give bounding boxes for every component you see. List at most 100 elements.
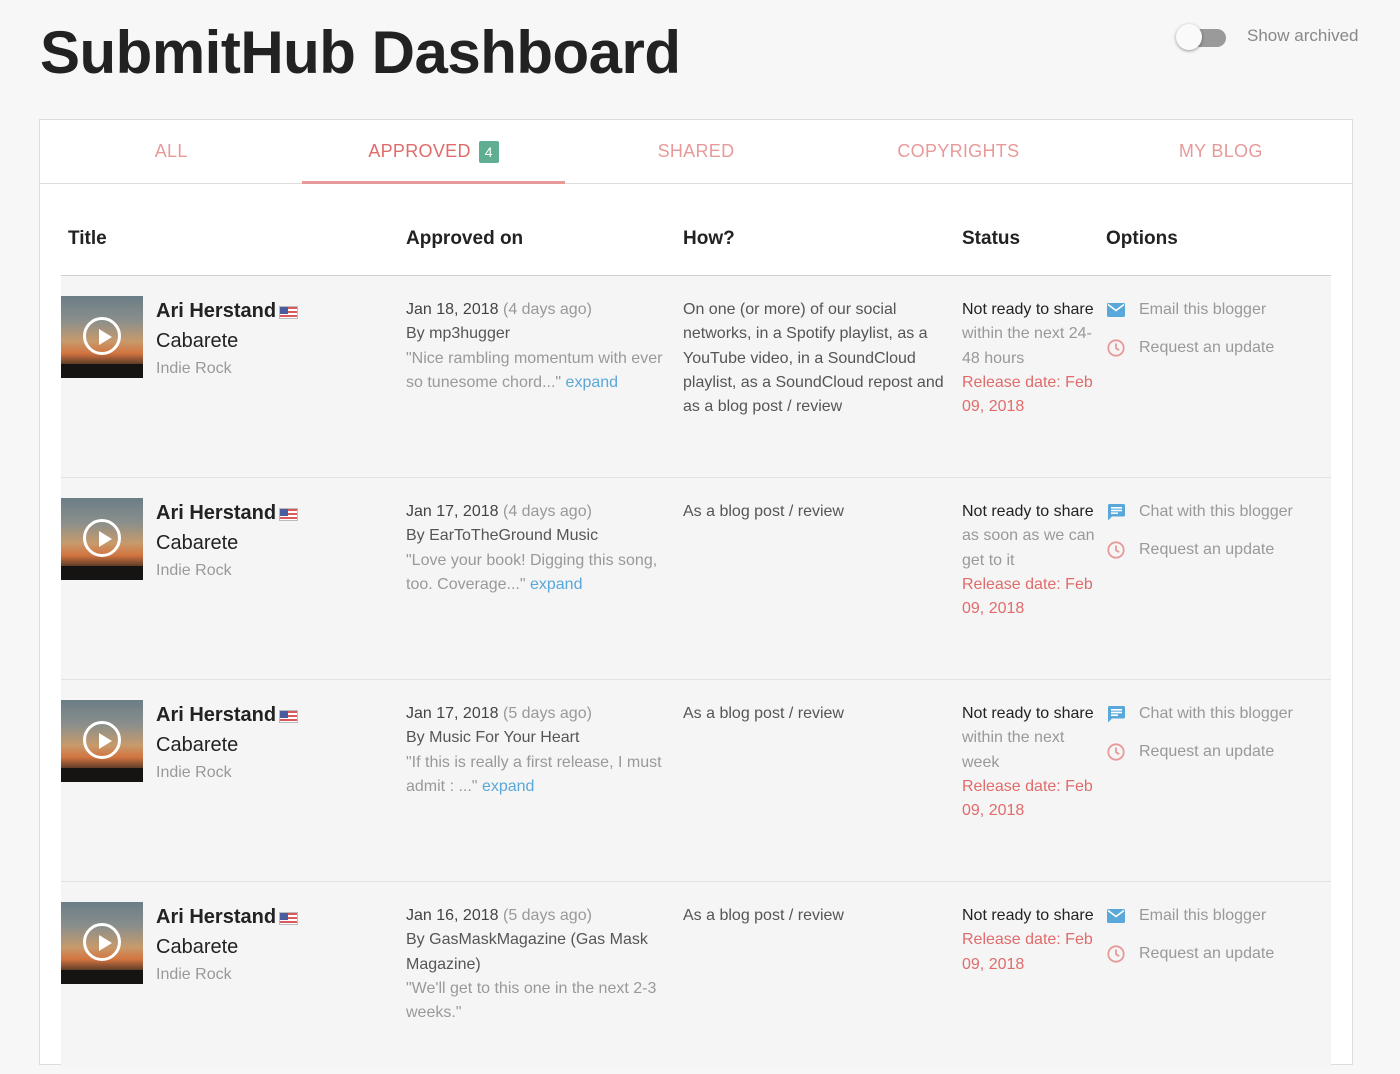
tab-approved[interactable]: APPROVED 4 <box>302 120 566 184</box>
approved-ago: (5 days ago) <box>502 907 592 924</box>
clock-icon <box>1106 944 1126 964</box>
release-date: Release date: Feb 09, 2018 <box>962 373 1093 416</box>
play-icon[interactable] <box>83 519 121 557</box>
expand-link[interactable]: expand <box>566 374 619 391</box>
play-icon[interactable] <box>83 923 121 961</box>
approved-date: Jan 17, 2018 <box>406 503 499 520</box>
genre-label: Indie Rock <box>156 966 232 983</box>
status-cell: Not ready to share as soon as we can get… <box>962 500 1097 621</box>
approved-count-badge: 4 <box>478 140 499 163</box>
status-cell: Not ready to share Release date: Feb 09,… <box>962 904 1097 977</box>
approved-date: Jan 17, 2018 <box>406 705 499 722</box>
request-update-label: Request an update <box>1139 339 1275 356</box>
column-options: Options <box>1106 228 1178 249</box>
status-timing: within the next week <box>962 729 1065 771</box>
track-thumbnail[interactable] <box>61 296 143 378</box>
genre-label: Indie Rock <box>156 360 232 377</box>
tab-copyrights[interactable]: COPYRIGHTS <box>827 120 1089 183</box>
request-update-option[interactable]: Request an update <box>1106 336 1274 360</box>
tab-shared-label: SHARED <box>657 141 735 161</box>
request-update-option[interactable]: Request an update <box>1106 740 1293 764</box>
column-title: Title <box>68 228 107 249</box>
release-date: Release date: Feb 09, 2018 <box>962 777 1093 820</box>
status-text: Not ready to share <box>962 705 1094 722</box>
contact-blogger-option[interactable]: Chat with this blogger <box>1106 702 1293 726</box>
song-title: Cabarete <box>156 936 239 958</box>
us-flag-icon <box>279 710 298 723</box>
request-update-label: Request an update <box>1139 743 1275 760</box>
request-update-label: Request an update <box>1139 541 1275 558</box>
expand-link[interactable]: expand <box>482 778 535 795</box>
contact-blogger-label: Chat with this blogger <box>1139 503 1293 520</box>
tab-my-blog-label: MY BLOG <box>1178 141 1263 161</box>
blogger-quote: "Nice rambling momentum with ever so tun… <box>406 349 663 391</box>
contact-blogger-label: Email this blogger <box>1139 301 1267 318</box>
approved-cell: Jan 17, 2018 (5 days ago) By Music For Y… <box>406 702 674 799</box>
approved-ago: (4 days ago) <box>502 503 592 520</box>
how-shared: As a blog post / review <box>683 705 844 722</box>
approved-date: Jan 16, 2018 <box>406 907 499 924</box>
approved-cell: Jan 18, 2018 (4 days ago) By mp3hugger "… <box>406 298 674 395</box>
genre-label: Indie Rock <box>156 562 232 579</box>
request-update-option[interactable]: Request an update <box>1106 538 1293 562</box>
expand-link[interactable]: expand <box>530 576 583 593</box>
chat-icon <box>1106 502 1126 522</box>
page-title: SubmitHub Dashboard <box>40 19 681 86</box>
column-approved-on: Approved on <box>406 228 524 249</box>
table-row: Ari Herstand Cabarete Indie Rock Jan 17,… <box>61 680 1331 882</box>
table-row: Ari Herstand Cabarete Indie Rock Jan 17,… <box>61 478 1331 680</box>
request-update-option[interactable]: Request an update <box>1106 942 1274 966</box>
column-how: How? <box>683 228 735 249</box>
clock-icon <box>1106 338 1126 358</box>
tab-approved-label: APPROVED <box>368 141 471 161</box>
tab-my-blog[interactable]: MY BLOG <box>1090 120 1352 183</box>
email-icon <box>1106 300 1126 320</box>
table-row: Ari Herstand Cabarete Indie Rock Jan 16,… <box>61 882 1331 1067</box>
play-icon[interactable] <box>83 317 121 355</box>
artist-name: Ari Herstand <box>156 906 277 928</box>
approved-by: By EarToTheGround Music <box>406 527 599 545</box>
table-body: Ari Herstand Cabarete Indie Rock Jan 18,… <box>61 276 1331 1067</box>
blogger-quote: "We'll get to this one in the next 2-3 w… <box>406 979 657 1022</box>
song-title: Cabarete <box>156 330 239 352</box>
contact-blogger-label: Email this blogger <box>1139 907 1267 924</box>
artist-name: Ari Herstand <box>156 502 277 524</box>
approved-date: Jan 18, 2018 <box>406 301 499 318</box>
tab-all[interactable]: ALL <box>40 120 302 183</box>
track-thumbnail[interactable] <box>61 498 143 580</box>
approved-by: By Music For Your Heart <box>406 729 580 747</box>
status-text: Not ready to share <box>962 301 1094 318</box>
tab-bar: ALL APPROVED 4 SHARED COPYRIGHTS MY BLOG <box>40 120 1352 184</box>
track-thumbnail[interactable] <box>61 700 143 782</box>
contact-blogger-option[interactable]: Chat with this blogger <box>1106 500 1293 524</box>
clock-icon <box>1106 540 1126 560</box>
artist-name: Ari Herstand <box>156 300 277 322</box>
track-thumbnail[interactable] <box>61 902 143 984</box>
status-text: Not ready to share <box>962 503 1094 520</box>
us-flag-icon <box>279 508 298 521</box>
thumbnail-silhouette <box>61 970 143 984</box>
status-timing: within the next 24-48 hours <box>962 325 1092 367</box>
chat-icon <box>1106 704 1126 724</box>
column-status: Status <box>962 228 1021 249</box>
show-archived-toggle[interactable] <box>1176 22 1228 52</box>
status-timing: as soon as we can get to it <box>962 527 1095 569</box>
artist-name: Ari Herstand <box>156 704 277 726</box>
tab-shared[interactable]: SHARED <box>565 120 827 183</box>
approved-by: By GasMaskMagazine (Gas Mask Magazine) <box>406 931 648 973</box>
contact-blogger-option[interactable]: Email this blogger <box>1106 298 1274 322</box>
approved-table: Title Approved on How? Status Options Ar… <box>61 184 1331 1067</box>
how-shared: As a blog post / review <box>683 503 844 520</box>
status-cell: Not ready to share within the next week … <box>962 702 1097 823</box>
thumbnail-silhouette <box>61 364 143 378</box>
song-title: Cabarete <box>156 734 239 756</box>
contact-blogger-label: Chat with this blogger <box>1139 705 1293 722</box>
options-cell: Chat with this blogger Request an update <box>1106 500 1293 576</box>
play-icon[interactable] <box>83 721 121 759</box>
options-cell: Email this blogger Request an update <box>1106 298 1274 374</box>
contact-blogger-option[interactable]: Email this blogger <box>1106 904 1274 928</box>
tab-all-label: ALL <box>154 141 188 161</box>
toggle-knob <box>1176 24 1202 50</box>
genre-label: Indie Rock <box>156 764 232 781</box>
dashboard-card: ALL APPROVED 4 SHARED COPYRIGHTS MY BLOG … <box>39 119 1353 1067</box>
